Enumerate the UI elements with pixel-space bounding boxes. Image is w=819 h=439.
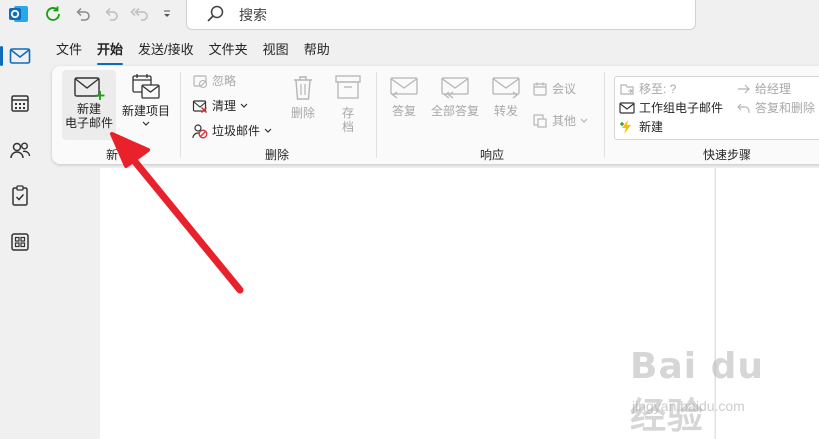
to-manager-label: 给经理: [755, 82, 792, 96]
reply-all-icon: [441, 77, 469, 99]
outlook-logo-icon: [6, 0, 32, 28]
trash-icon: [294, 76, 312, 100]
chevron-down-icon: [240, 103, 248, 108]
delete-label: 删除: [290, 106, 315, 120]
reply-all-button[interactable]: 全部答复: [428, 70, 482, 136]
watermark-brand: Bai du 经验: [630, 346, 765, 437]
folder-move-icon: [620, 83, 634, 95]
archive-label-2: 档: [341, 120, 354, 134]
customize-toolbar-icon[interactable]: [156, 0, 178, 28]
more-icon: [533, 113, 547, 128]
mail-nav-icon[interactable]: [0, 42, 34, 70]
new-items-label: 新建项目: [121, 104, 170, 118]
title-bar: 搜索: [0, 0, 819, 32]
junk-button[interactable]: 垃圾邮件: [192, 122, 277, 139]
new-email-label-1: 新建: [76, 102, 101, 116]
quick-steps-gallery: 移至: ? 给经理 工作组电子邮件 答复和删除 新建: [614, 76, 819, 140]
ignore-label: 忽略: [212, 74, 237, 88]
clean-up-icon: [192, 99, 208, 113]
junk-icon: [192, 123, 208, 138]
reply-delete-label: 答复和删除: [755, 101, 816, 115]
archive-label-1: 存: [341, 106, 354, 120]
new-items-button[interactable]: 新建项目: [118, 70, 174, 140]
reply-label: 答复: [391, 104, 416, 118]
tab-home[interactable]: 开始: [91, 38, 129, 65]
more-respond-button[interactable]: 其他: [532, 112, 593, 129]
group-separator: [376, 72, 377, 158]
new-email-button[interactable]: 新建 电子邮件: [62, 70, 116, 140]
undo-icon[interactable]: [70, 0, 96, 28]
meeting-label: 会议: [552, 82, 577, 96]
group-label-delete: 删除: [264, 148, 289, 162]
tab-view[interactable]: 视图: [257, 38, 295, 64]
tab-send-receive[interactable]: 发送/接收: [132, 38, 200, 64]
watermark-url: jingyan.baidu.com: [632, 398, 745, 414]
reply-arrow-icon: [737, 103, 750, 113]
quickstep-create-new[interactable]: 新建: [619, 118, 663, 135]
create-new-label: 新建: [639, 120, 664, 134]
group-label-new: 新: [105, 148, 118, 162]
ignore-icon: [193, 74, 208, 88]
group-separator: [604, 72, 605, 158]
search-icon: [207, 5, 224, 22]
new-email-icon: [74, 77, 105, 100]
forward-icon: [492, 77, 520, 99]
calendar-nav-icon[interactable]: [6, 89, 34, 117]
apps-nav-icon[interactable]: [6, 228, 34, 256]
delete-button[interactable]: 删除: [288, 70, 318, 136]
junk-label: 垃圾邮件: [212, 124, 261, 138]
lightning-icon: [620, 119, 631, 134]
forward-label: 转发: [493, 104, 518, 118]
reply-all-label: 全部答复: [430, 104, 479, 118]
quickstep-to-manager[interactable]: 给经理: [737, 80, 791, 97]
watermark: Bai du 经验 jingyan.baidu.com: [604, 346, 814, 437]
search-box[interactable]: 搜索: [186, 0, 696, 30]
quickstep-reply-delete[interactable]: 答复和删除: [737, 99, 815, 116]
tab-file[interactable]: 文件: [50, 38, 88, 64]
reply-all-icon[interactable]: [126, 0, 152, 28]
people-nav-icon[interactable]: [6, 136, 34, 164]
ignore-button[interactable]: 忽略: [192, 72, 236, 89]
search-placeholder: 搜索: [239, 7, 267, 23]
tab-folder[interactable]: 文件夹: [203, 38, 254, 64]
arrow-right-icon: [738, 84, 750, 93]
group-label-quick-steps: 快速步骤: [702, 148, 751, 162]
move-to-label: 移至: ?: [639, 82, 677, 96]
quickstep-move-to[interactable]: 移至: ?: [619, 80, 676, 97]
more-respond-label: 其他: [552, 114, 577, 128]
tab-help[interactable]: 帮助: [298, 38, 336, 64]
archive-button[interactable]: 存 档: [330, 70, 366, 136]
sync-icon[interactable]: [40, 0, 66, 28]
new-email-label-2: 电子邮件: [64, 116, 113, 130]
quickstep-team-email[interactable]: 工作组电子邮件: [619, 99, 723, 116]
ribbon: 新建 电子邮件 新建项目 新 忽略 清理 垃圾邮件 删除 存 档 删除 答复 全…: [52, 66, 819, 164]
chevron-down-icon: [264, 128, 272, 133]
meeting-button[interactable]: 会议: [532, 80, 576, 97]
clean-up-label: 清理: [212, 99, 237, 113]
group-label-respond: 响应: [479, 148, 504, 162]
undo-alt-icon[interactable]: [98, 0, 124, 28]
email-icon: [619, 101, 635, 114]
group-separator: [180, 72, 181, 158]
meeting-icon: [533, 82, 547, 96]
new-items-icon: [132, 74, 160, 99]
navigation-bar: [0, 32, 40, 439]
clean-up-button[interactable]: 清理: [192, 97, 253, 114]
team-email-label: 工作组电子邮件: [639, 101, 724, 115]
tasks-nav-icon[interactable]: [6, 182, 34, 210]
forward-button[interactable]: 转发: [488, 70, 524, 136]
reply-button[interactable]: 答复: [386, 70, 422, 136]
chevron-down-icon: [580, 118, 588, 123]
chevron-down-icon: [142, 121, 150, 126]
reply-icon: [390, 77, 418, 99]
archive-icon: [335, 75, 361, 99]
ribbon-tabs: 文件 开始 发送/接收 文件夹 视图 帮助: [50, 38, 339, 65]
